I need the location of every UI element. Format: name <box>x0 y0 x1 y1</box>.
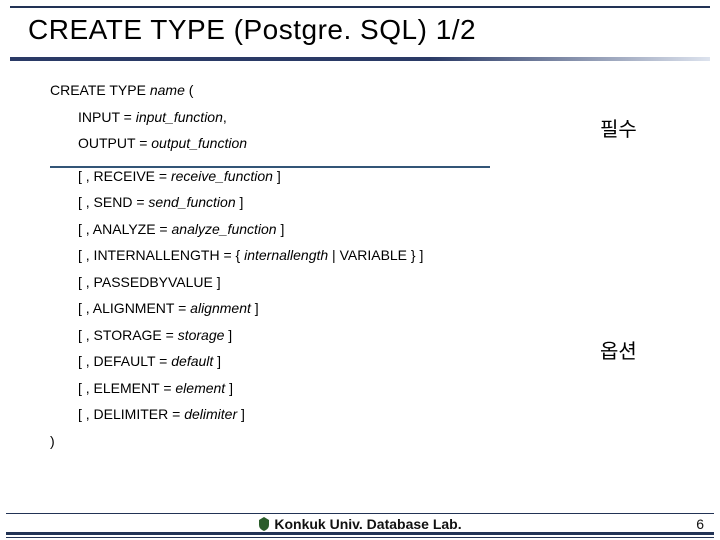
footer: Konkuk Univ. Database Lab. 6 <box>0 506 720 540</box>
opt-prefix: [ , DEFAULT = <box>78 353 171 369</box>
option-line: [ , DEFAULT = default ] <box>78 353 670 371</box>
opt-prefix: [ , SEND = <box>78 194 148 210</box>
opt-suffix: ] <box>251 300 259 316</box>
opt-prefix: [ , PASSEDBYVALUE ] <box>78 274 221 290</box>
opt-prefix: [ , ANALYZE = <box>78 221 172 237</box>
opt-param: default <box>171 353 213 369</box>
content-block: CREATE TYPE name ( INPUT = input_functio… <box>50 82 670 459</box>
required-underline <box>50 166 490 168</box>
option-line: [ , RECEIVE = receive_function ] <box>78 168 670 186</box>
slide: CREATE TYPE (Postgre. SQL) 1/2 필수 옵션 CRE… <box>0 0 720 540</box>
opt-param: storage <box>178 327 225 343</box>
option-line: [ , STORAGE = storage ] <box>78 327 670 345</box>
option-line: [ , ANALYZE = analyze_function ] <box>78 221 670 239</box>
opt-param: receive_function <box>171 168 273 184</box>
name-placeholder: name <box>150 82 185 98</box>
opt-prefix: [ , STORAGE = <box>78 327 178 343</box>
opt-suffix: ] <box>277 221 285 237</box>
page-number: 6 <box>696 516 704 532</box>
opt-param: internallength <box>244 247 328 263</box>
opt-param: element <box>175 380 225 396</box>
opt-suffix: ] <box>213 353 221 369</box>
opt-param: analyze_function <box>172 221 277 237</box>
university-logo-icon <box>258 517 270 531</box>
statement-open: CREATE TYPE <box>50 82 146 98</box>
option-line: [ , INTERNALLENGTH = { internallength | … <box>78 247 670 265</box>
req-suffix: , <box>223 109 227 125</box>
opt-param: delimiter <box>184 406 237 422</box>
opt-suffix: ] <box>236 194 244 210</box>
req-param: output_function <box>151 135 247 151</box>
title-underline <box>10 57 710 61</box>
footer-divider-top <box>6 513 714 514</box>
opt-param: alignment <box>190 300 251 316</box>
open-paren: ( <box>189 82 194 98</box>
opt-prefix: [ , DELIMITER = <box>78 406 184 422</box>
req-prefix: INPUT = <box>78 109 136 125</box>
top-divider <box>10 6 710 8</box>
option-line: [ , ELEMENT = element ] <box>78 380 670 398</box>
statement-open-line: CREATE TYPE name ( <box>50 82 670 100</box>
page-title: CREATE TYPE (Postgre. SQL) 1/2 <box>28 14 476 46</box>
req-param: input_function <box>136 109 223 125</box>
required-line: OUTPUT = output_function <box>78 135 670 153</box>
opt-prefix: [ , ALIGNMENT = <box>78 300 190 316</box>
opt-suffix: ] <box>225 380 233 396</box>
footer-text-wrap: Konkuk Univ. Database Lab. <box>0 516 720 532</box>
option-line: [ , DELIMITER = delimiter ] <box>78 406 670 424</box>
option-line: [ , SEND = send_function ] <box>78 194 670 212</box>
footer-text: Konkuk Univ. Database Lab. <box>274 516 461 532</box>
opt-suffix: ] <box>237 406 245 422</box>
req-prefix: OUTPUT = <box>78 135 151 151</box>
required-group: INPUT = input_function, OUTPUT = output_… <box>50 109 670 153</box>
opt-prefix: [ , INTERNALLENGTH = { <box>78 247 244 263</box>
footer-divider-thin <box>6 537 714 538</box>
close-paren: ) <box>50 433 670 451</box>
opt-prefix: [ , ELEMENT = <box>78 380 175 396</box>
option-line: [ , ALIGNMENT = alignment ] <box>78 300 670 318</box>
opt-suffix: ] <box>224 327 232 343</box>
opt-suffix: ] <box>273 168 281 184</box>
opt-param: send_function <box>148 194 235 210</box>
option-line: [ , PASSEDBYVALUE ] <box>78 274 670 292</box>
opt-prefix: [ , RECEIVE = <box>78 168 171 184</box>
footer-divider-thick <box>6 532 714 535</box>
opt-suffix: | VARIABLE } ] <box>328 247 423 263</box>
required-line: INPUT = input_function, <box>78 109 670 127</box>
